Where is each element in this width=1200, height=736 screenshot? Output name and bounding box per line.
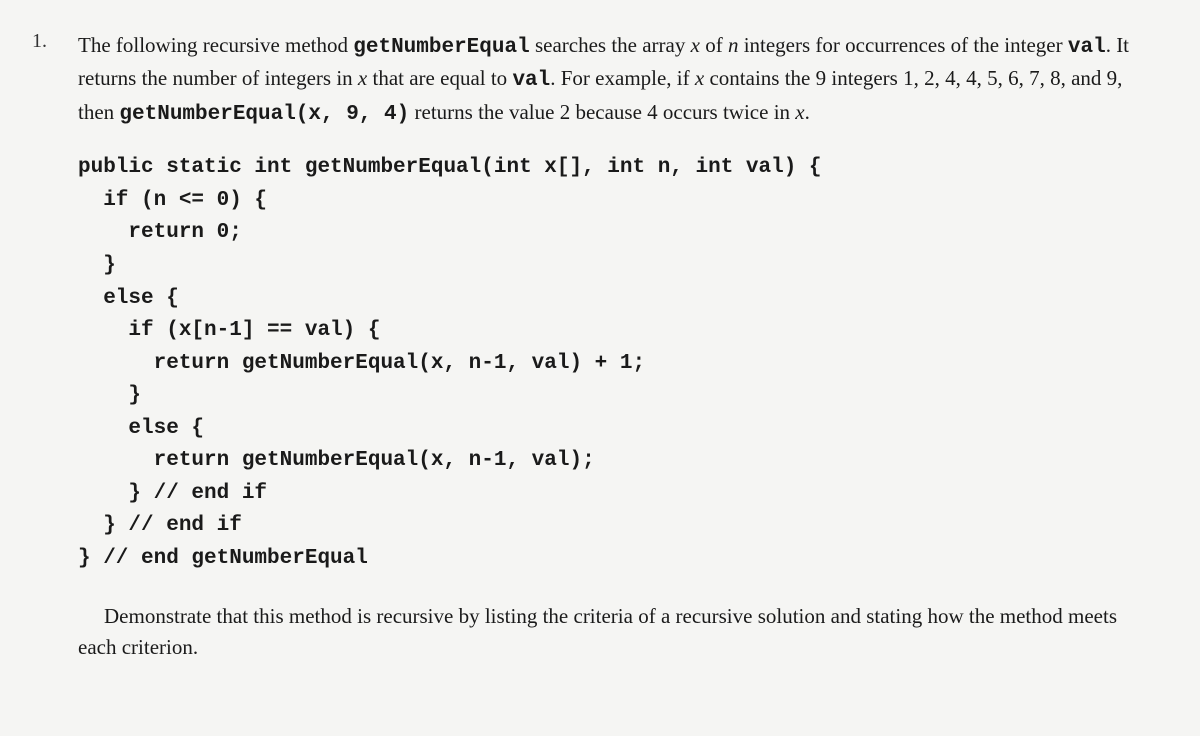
conclusion-paragraph: Demonstrate that this method is recursiv… [78,601,1150,662]
page-content: 1. The following recursive method getNum… [40,30,1150,662]
problem-number: 1. [32,30,47,53]
intro-paragraph: The following recursive method getNumber… [78,30,1150,130]
code-block: public static int getNumberEqual(int x[]… [78,152,1150,575]
